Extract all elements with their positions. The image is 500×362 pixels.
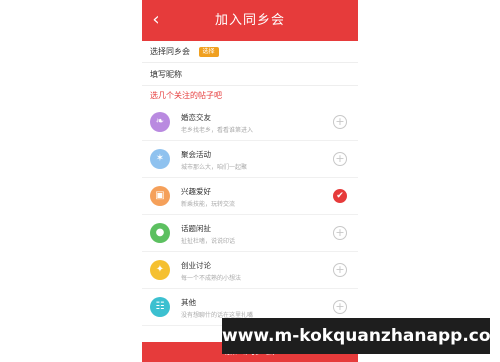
topic-desc: 老乡找老乡，看看谁第进入 (181, 127, 254, 134)
topic-name: 其他 (181, 298, 196, 307)
select-tag[interactable]: 选择 (198, 46, 219, 57)
topic-item[interactable]: ✶ 聚会活动 城市那么大，咱们一起聚 + (142, 141, 358, 178)
add-icon[interactable]: + (333, 263, 347, 277)
chat-icon: ● (150, 223, 170, 243)
topic-desc: 城市那么大，咱们一起聚 (181, 164, 248, 171)
add-icon[interactable]: + (333, 300, 347, 314)
app-header: ‹ 加入同乡会 (142, 0, 358, 41)
topic-desc: 扯扯杜嗜，说说印话 (181, 238, 236, 245)
topic-name: 聚会活动 (181, 150, 211, 159)
topic-desc: 新乘技能，玩转交流 (181, 201, 236, 208)
topic-item[interactable]: ✦ 创业讨论 每一个不成熟的小想法 + (142, 252, 358, 289)
add-icon[interactable]: + (333, 115, 347, 129)
add-icon[interactable]: + (333, 152, 347, 166)
bird-icon: ❧ (150, 112, 170, 132)
topic-name: 婚恋交友 (181, 113, 211, 122)
topic-name: 话题闲扯 (181, 224, 211, 233)
phone-screen: ‹ 加入同乡会 选择同乡会 选择 填写昵称 选几个关注的帖子吧 ❧ 婚恋交友 老… (142, 0, 358, 362)
cheers-icon: ✶ (150, 149, 170, 169)
topic-name: 创业讨论 (181, 261, 211, 270)
topic-item[interactable]: ▣ 兴趣爱好 新乘技能，玩转交流 ✔ (142, 178, 358, 215)
topic-desc: 每一个不成熟的小想法 (181, 275, 242, 282)
watermark-banner: www.m-kokquanzhanapp.com (222, 318, 500, 354)
checkmark-icon[interactable]: ✔ (333, 189, 347, 203)
hometown-label: 选择同乡会 (150, 47, 190, 56)
coins-icon: ✦ (150, 260, 170, 280)
topic-item[interactable]: ❧ 婚恋交友 老乡找老乡，看看谁第进入 + (142, 104, 358, 141)
topic-name: 兴趣爱好 (181, 187, 211, 196)
grid-icon: ☷ (150, 297, 170, 317)
topic-item[interactable]: ● 话题闲扯 扯扯杜嗜，说说印话 + (142, 215, 358, 252)
nickname-row[interactable]: 填写昵称 (142, 64, 358, 86)
page-title: 加入同乡会 (214, 13, 285, 28)
cubes-icon: ▣ (150, 186, 170, 206)
add-icon[interactable]: + (333, 226, 347, 240)
section-title: 选几个关注的帖子吧 (150, 91, 222, 100)
topic-list: ❧ 婚恋交友 老乡找老乡，看看谁第进入 + ✶ 聚会活动 城市那么大，咱们一起聚… (142, 104, 358, 326)
hometown-select-row[interactable]: 选择同乡会 选择 (142, 41, 358, 63)
nickname-label: 填写昵称 (150, 70, 182, 79)
